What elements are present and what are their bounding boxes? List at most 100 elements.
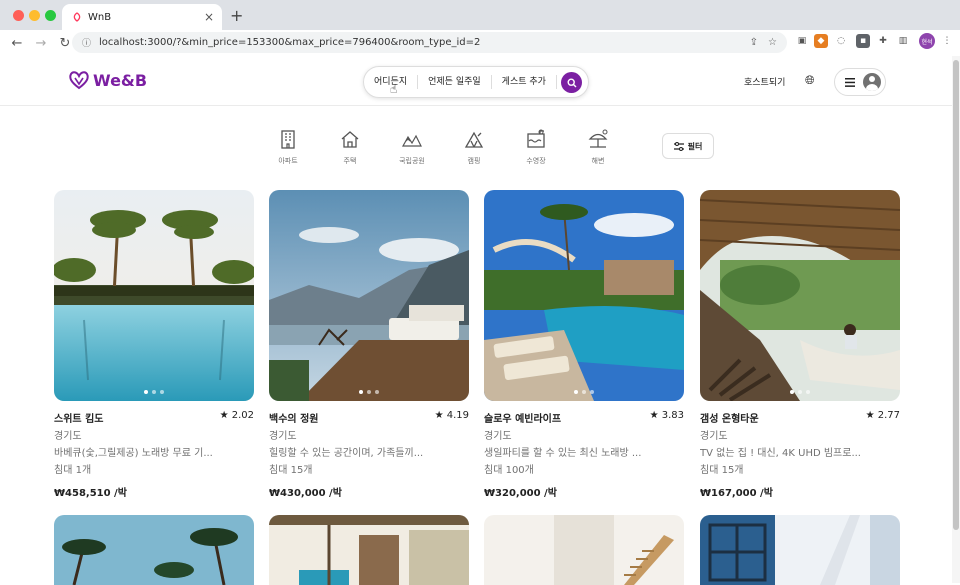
user-avatar-icon (863, 73, 881, 91)
category-apartment[interactable]: 아파트 (268, 128, 308, 166)
listing-price: ₩430,000 /박 (269, 488, 342, 499)
listing-region: 경기도 (484, 431, 512, 442)
category-pool[interactable]: 수영장 (516, 128, 556, 166)
favicon-icon (73, 12, 81, 22)
camping-icon (464, 131, 484, 148)
category-bar: 아파트 주택 국립공원 캠핑 수영장 해변 (268, 128, 618, 166)
filter-button[interactable]: 필터 (662, 133, 714, 159)
category-camping[interactable]: 캠핑 (454, 128, 494, 166)
category-label: 해변 (591, 157, 605, 165)
logo-text: We&B (93, 70, 148, 90)
category-label: 아파트 (278, 157, 298, 165)
listing-rating: ★ 2.77 (865, 410, 900, 421)
listing-price: ₩167,000 /박 (700, 488, 773, 499)
new-tab-button[interactable]: + (230, 6, 243, 25)
profile-avatar[interactable]: 현석 (919, 33, 935, 49)
category-label: 주택 (343, 157, 357, 165)
photo-carousel-dots (54, 390, 254, 394)
extension-icon[interactable]: ▪ (856, 34, 870, 48)
listing-title: 백수의 정원 (269, 414, 319, 425)
listing-description: 생일파티를 할 수 있는 최신 노래방 ... (484, 448, 642, 459)
page-scrollbar-thumb[interactable] (953, 60, 959, 530)
listing-rating: ★ 4.19 (434, 410, 469, 421)
listing-info: 갬성 온형타운 ★ 2.77 경기도 TV 없는 집 ! 대신, 4K UHD 빔… (700, 401, 900, 499)
search-guests[interactable]: 게스트 추가 (492, 75, 557, 89)
listing-description: 힐링할 수 있는 공간이며, 가족들끼... (269, 448, 424, 459)
listing-description: 바베큐(숯,그릴제공) 노래방 무료 기... (54, 448, 213, 459)
forward-icon[interactable]: → (34, 36, 48, 51)
extension-icon[interactable]: ▣ (795, 34, 809, 48)
listing-photo[interactable] (54, 190, 254, 401)
site-header: We&B 어디든지 언제든 일주일 게스트 추가 호스트되기 🌐︎ (0, 56, 952, 106)
photo-treehouse (700, 190, 900, 401)
maximize-window-icon[interactable] (45, 10, 56, 21)
listing-photo[interactable] (484, 190, 684, 401)
puzzle-extensions-icon[interactable]: ✚ (876, 34, 890, 48)
user-menu-button[interactable] (834, 68, 886, 96)
hamburger-menu-icon (845, 77, 855, 87)
photo-carousel-dots (700, 390, 900, 394)
photo-resort-pool (484, 190, 684, 401)
category-label: 국립공원 (399, 157, 425, 165)
listing-card[interactable]: 백수의 정원 ★ 4.19 경기도 힐링할 수 있는 공간이며, 가족들끼... … (269, 190, 469, 499)
listing-region: 경기도 (269, 431, 297, 442)
listing-card[interactable]: 갬성 온형타운 ★ 2.77 경기도 TV 없는 집 ! 대신, 4K UHD 빔… (700, 190, 900, 499)
listing-card[interactable]: 스위트 킴도 ★ 2.02 경기도 바베큐(숯,그릴제공) 노래방 무료 기...… (54, 190, 254, 499)
search-when[interactable]: 언제든 일주일 (418, 75, 492, 89)
listing-card[interactable] (700, 515, 900, 585)
become-host-link[interactable]: 호스트되기 (744, 75, 785, 88)
minimize-window-icon[interactable] (29, 10, 40, 21)
listing-card[interactable]: 슬로우 예빈라이프 ★ 3.83 경기도 생일파티를 할 수 있는 최신 노래방 … (484, 190, 684, 499)
category-park[interactable]: 국립공원 (392, 128, 432, 166)
share-icon[interactable]: ⇪ (750, 37, 758, 48)
photo-glass-building (700, 515, 900, 585)
site-logo[interactable]: We&B (68, 70, 147, 90)
back-icon[interactable]: ← (10, 36, 24, 51)
tab-title: WnB (88, 11, 112, 23)
category-beach[interactable]: 해변 (578, 128, 618, 166)
browser-chrome: WnB × + ← → ↻ ⓘ localhost:3000/?&min_pri… (0, 0, 960, 56)
listing-card[interactable] (484, 515, 684, 585)
listing-photo[interactable] (269, 190, 469, 401)
extension-icon[interactable]: ◌ (834, 34, 848, 48)
listing-region: 경기도 (54, 431, 82, 442)
listing-capacity: 침대 15개 (269, 465, 313, 476)
listing-title: 슬로우 예빈라이프 (484, 414, 562, 425)
listing-price: ₩320,000 /박 (484, 488, 557, 499)
photo-carousel-dots (484, 390, 684, 394)
extension-icon[interactable]: ◆ (814, 34, 828, 48)
reload-icon[interactable]: ↻ (58, 36, 72, 51)
listing-card[interactable] (269, 515, 469, 585)
search-button[interactable] (561, 72, 582, 93)
bookmark-star-icon[interactable]: ☆ (768, 37, 777, 48)
search-icon (566, 77, 576, 87)
browser-tab[interactable]: WnB × (62, 4, 222, 30)
logo-heart-icon (69, 71, 89, 90)
photo-palm-beach (54, 515, 254, 585)
side-panel-icon[interactable]: ▥ (896, 34, 910, 48)
close-tab-icon[interactable]: × (204, 10, 214, 24)
pool-icon (527, 129, 545, 148)
globe-icon[interactable]: 🌐︎ (805, 73, 815, 88)
mouse-pointer-icon: ☝︎ (390, 82, 398, 96)
listing-photo[interactable] (700, 190, 900, 401)
category-label: 수영장 (526, 157, 546, 165)
listing-title: 갬성 온형타운 (700, 414, 759, 425)
listing-card[interactable] (54, 515, 254, 585)
rating-value: 2.77 (877, 410, 900, 421)
url-text: localhost:3000/?&min_price=153300&max_pr… (99, 37, 481, 48)
address-bar[interactable]: ⓘ localhost:3000/?&min_price=153300&max_… (72, 32, 787, 53)
listing-rating: ★ 3.83 (649, 410, 684, 421)
site-info-icon[interactable]: ⓘ (82, 36, 91, 49)
listing-capacity: 침대 15개 (700, 465, 744, 476)
more-menu-icon[interactable]: ⋮ (940, 34, 954, 48)
tab-strip: WnB × + (0, 0, 960, 30)
close-window-icon[interactable] (13, 10, 24, 21)
photo-villa-pergola (269, 515, 469, 585)
rating-value: 3.83 (661, 410, 684, 421)
listing-capacity: 침대 1개 (54, 465, 92, 476)
photo-lake-deck (269, 190, 469, 401)
category-label: 캠핑 (467, 157, 481, 165)
listing-info: 백수의 정원 ★ 4.19 경기도 힐링할 수 있는 공간이며, 가족들끼... … (269, 401, 469, 499)
category-house[interactable]: 주택 (330, 128, 370, 166)
